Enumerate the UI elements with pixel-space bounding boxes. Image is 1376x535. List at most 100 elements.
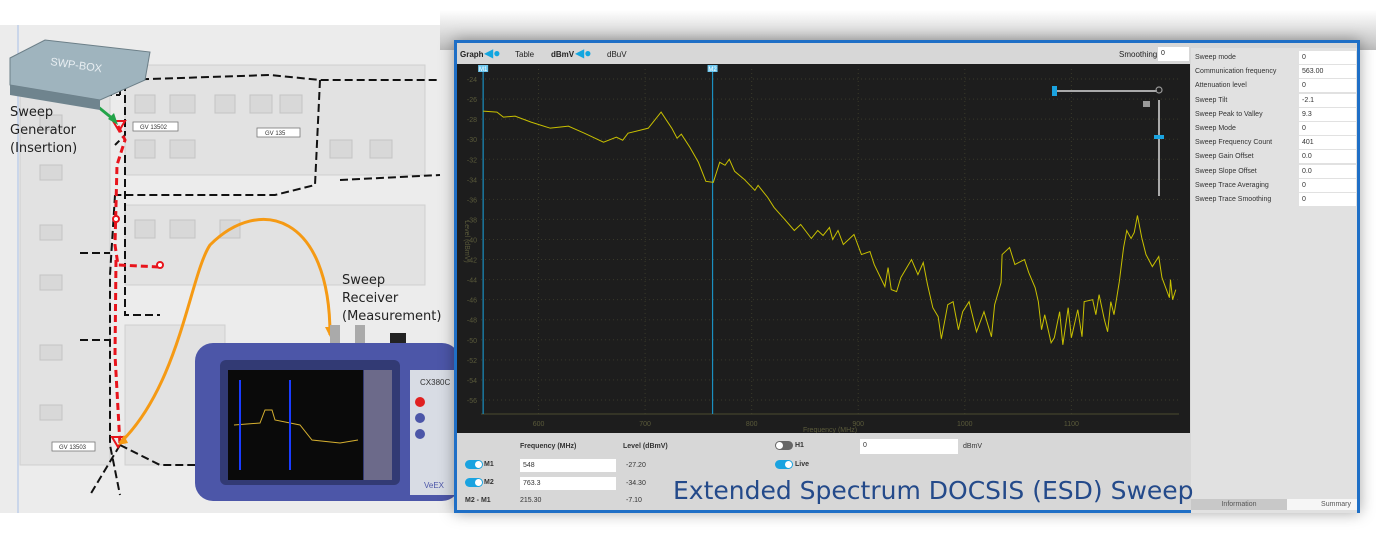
property-value[interactable]: 0 [1299,193,1356,206]
property-label: Sweep Peak to Valley [1195,110,1263,118]
x-tick-label: 600 [533,421,545,428]
summary-tab[interactable]: Summary [1287,499,1357,510]
property-label: Sweep mode [1195,54,1236,61]
property-value[interactable]: 563.00 [1299,65,1356,79]
y-tick-label: -36 [467,197,477,204]
marker-panel: Frequency (MHz) Level (dBmV) M1 548 -27.… [457,433,1194,513]
smoothing-input[interactable]: 0 [1158,47,1189,61]
m1-level: -27.20 [626,462,646,469]
y-tick-label: -50 [467,338,477,345]
m2-label: M2 [484,479,494,486]
y-tick-label: -34 [467,177,477,184]
h1-toggle[interactable] [775,441,793,450]
h1-unit: dBmV [963,443,983,450]
smoothing-label: Smoothing [1119,50,1158,59]
x-tick-label: 1000 [957,421,973,428]
live-label: Live [795,461,810,468]
y-tick-label: -46 [467,298,477,305]
property-row: Attenuation level 0 [1193,79,1356,93]
m1-toggle[interactable] [465,460,483,469]
property-label: Sweep Gain Offset [1195,153,1254,161]
property-row: Sweep Trace Smoothing 0 [1193,193,1356,207]
diff-label: M2 - M1 [465,497,491,504]
y-tick-label: -30 [467,137,477,144]
m1-frequency-input[interactable]: 548 [520,459,616,472]
m1-label: M1 [484,461,494,468]
diff-frequency: 215.30 [520,497,542,504]
svg-text:VeEX: VeEX [424,481,445,490]
sweep-analyzer-window: Graph ◀● Table dBmV ◀● dBuV Smoothing 0 … [454,40,1360,513]
property-row: Sweep Gain Offset 0.0 [1193,150,1356,164]
y-tick-label: -56 [467,398,477,405]
m2-frequency-input[interactable]: 763.3 [520,477,616,490]
dbmv-unit[interactable]: dBmV [551,50,574,59]
property-row: Sweep Mode 0 [1193,122,1356,136]
network-map: SWP-BOX GV 13502 GV 135 GV 13503 CX380C … [0,25,470,513]
y-tick-label: -54 [467,378,477,385]
property-label: Sweep Tilt [1195,96,1228,104]
y-axis-label: Level (dBmV) [463,220,470,262]
y-tick-label: -26 [467,97,477,104]
property-label: Attenuation level [1195,82,1247,90]
property-value[interactable]: -2.1 [1299,93,1356,107]
selected-arrow-icon: ◀● [484,46,501,60]
lock-icon[interactable] [1143,101,1150,107]
node-label: GV 13503 [59,445,87,451]
level-header: Level (dBmV) [623,443,668,450]
property-value[interactable]: 401 [1299,136,1356,150]
sweep-chart: -24-26-28-30-32-34-36-38-40-42-44-46-48-… [457,64,1190,433]
m2-level: -34.30 [626,480,646,487]
horizontal-zoom-handle[interactable] [1052,86,1057,96]
sweep-generator-label: Sweep Generator (Insertion) [10,105,78,156]
property-value[interactable]: 0 [1299,51,1356,64]
node-label: GV 135 [265,131,286,137]
y-tick-label: -52 [467,358,477,365]
marker-flag-label: M2 [708,67,717,73]
property-row: Sweep Slope Offset 0.0 [1193,164,1356,179]
information-tab[interactable]: Information [1191,499,1287,510]
property-value[interactable]: 0.0 [1299,150,1356,164]
property-value[interactable]: 0.0 [1299,164,1356,178]
x-tick-label: 700 [639,421,651,428]
vertical-zoom-handle[interactable] [1154,135,1164,139]
property-row: Sweep Peak to Valley 9.3 [1193,107,1356,122]
h1-value-input[interactable]: 0 [860,439,958,454]
property-value[interactable]: 0 [1299,122,1356,135]
panel-tabs: Information Summary [1191,499,1357,510]
property-row: Sweep Trace Averaging 0 [1193,178,1356,193]
sweep-receiver-label: Sweep Receiver (Measurement) [342,273,442,324]
m2-toggle[interactable] [465,478,483,487]
svg-text:CX380C: CX380C [420,378,450,387]
y-tick-label: -28 [467,117,477,124]
property-value[interactable]: 0 [1299,178,1356,192]
diff-level: -7.10 [626,497,642,504]
selected-arrow-icon: ◀● [575,46,592,60]
node-label: GV 13502 [140,125,168,131]
property-label: Sweep Slope Offset [1195,167,1257,175]
y-tick-label: -44 [467,278,477,285]
property-row: Sweep Frequency Count 401 [1193,136,1356,150]
property-label: Communication frequency [1195,68,1277,76]
y-tick-label: -32 [467,157,477,164]
property-label: Sweep Frequency Count [1195,139,1273,147]
frequency-header: Frequency (MHz) [520,443,577,450]
y-tick-label: -48 [467,318,477,325]
property-value[interactable]: 9.3 [1299,107,1356,121]
dbuv-unit[interactable]: dBuV [607,50,627,59]
marker-flag-label: M1 [479,67,488,73]
h1-label: H1 [795,442,804,449]
property-row: Communication frequency 563.00 [1193,65,1356,79]
properties-panel: Sweep mode 0 Communication frequency 563.00… [1191,48,1357,513]
sweep-trace [483,110,1177,345]
x-tick-label: 1100 [1064,421,1079,428]
property-label: Sweep Trace Smoothing [1195,196,1272,203]
property-label: Sweep Trace Averaging [1195,181,1269,189]
x-tick-label: 800 [746,421,758,428]
property-value[interactable]: 0 [1299,79,1356,93]
live-toggle[interactable] [775,460,793,469]
caption-title: Extended Spectrum DOCSIS (ESD) Sweep [673,476,1194,505]
table-tab[interactable]: Table [515,50,534,59]
y-tick-label: -24 [467,77,477,84]
property-row: Sweep Tilt -2.1 [1193,93,1356,108]
graph-tab[interactable]: Graph [460,50,484,59]
